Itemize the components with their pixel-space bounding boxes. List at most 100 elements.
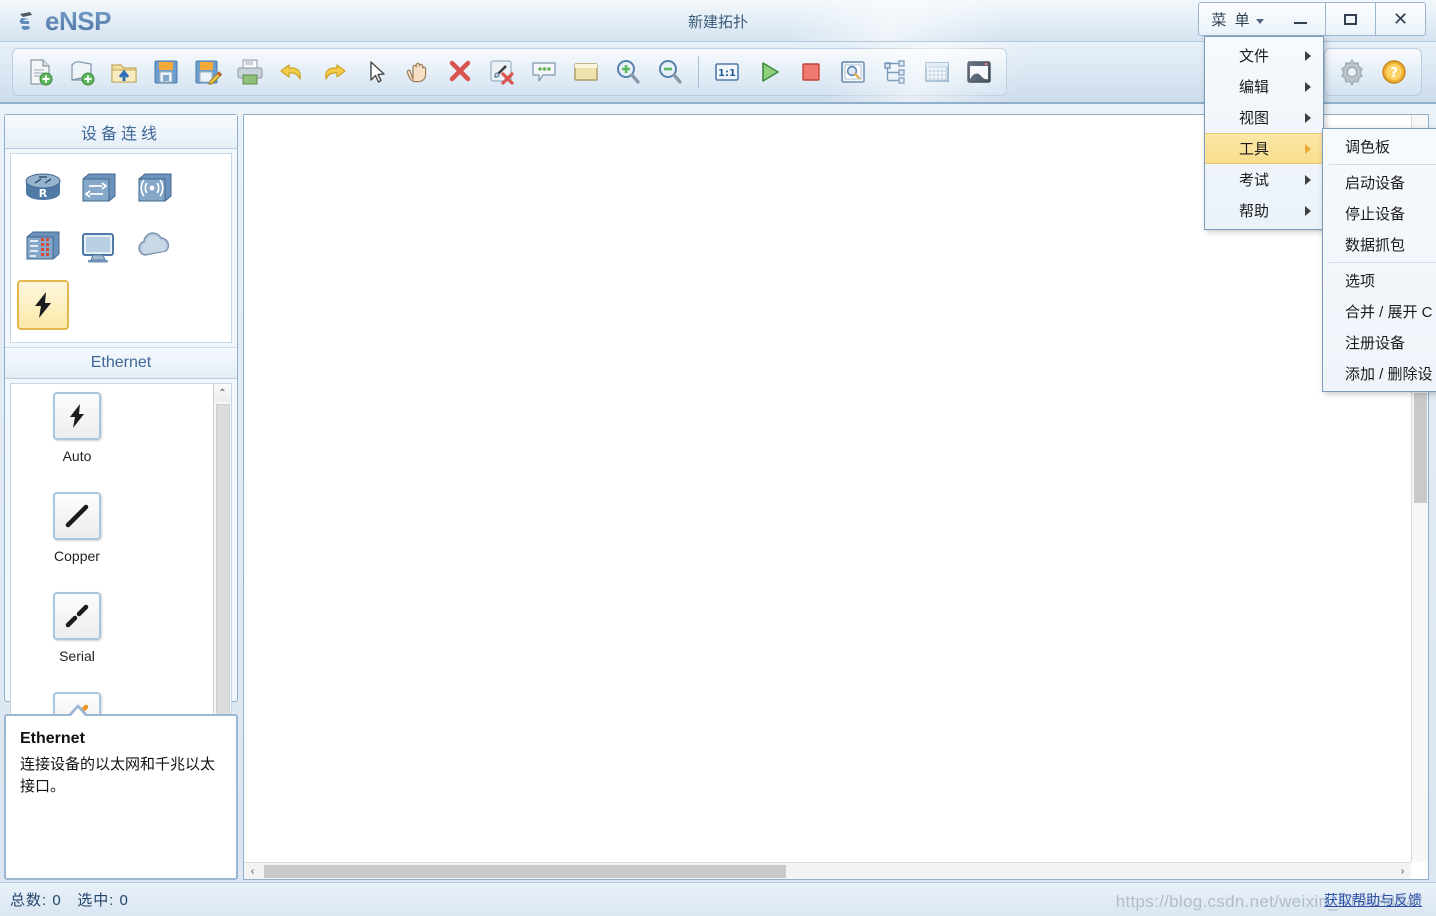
submenu-item-palette[interactable]: 调色板 (1323, 131, 1436, 162)
maximize-button[interactable] (1326, 2, 1376, 36)
chevron-down-icon (1255, 18, 1264, 24)
delete-icon[interactable] (439, 52, 481, 92)
cable-label: Copper (54, 548, 100, 564)
menu-item-label: 文件 (1239, 48, 1270, 65)
open-folder-icon[interactable] (103, 52, 145, 92)
cable-list-scrollbar[interactable]: ⌃ ⌄ (213, 384, 231, 770)
auto-cable-icon (53, 392, 101, 440)
menu-button-label: 菜 单 (1211, 11, 1252, 29)
select-cursor-icon[interactable] (355, 52, 397, 92)
device-grid: R (10, 153, 232, 343)
save-as-icon[interactable] (187, 52, 229, 92)
toolbar-left-group: 1:1 (12, 48, 1007, 96)
menu-item-label: 工具 (1239, 141, 1270, 158)
description-body: 连接设备的以太网和千兆以太接口。 (20, 756, 216, 795)
device-firewall[interactable] (15, 218, 71, 276)
pan-hand-icon[interactable] (397, 52, 439, 92)
help-feedback-link[interactable]: 获取帮助与反馈 (1324, 890, 1422, 910)
cable-label: Serial (59, 648, 95, 664)
note-icon[interactable] (565, 52, 607, 92)
scroll-up-icon[interactable]: ⌃ (213, 384, 231, 402)
submenu-item-add-remove-device[interactable]: 添加 / 删除设 (1323, 358, 1436, 389)
device-connection[interactable] (17, 280, 69, 330)
undo-icon[interactable] (271, 52, 313, 92)
description-tooltip: Ethernet 连接设备的以太网和千兆以太接口。 (4, 704, 238, 880)
scrollbar-thumb[interactable] (216, 404, 230, 734)
cable-label: Auto (62, 448, 92, 464)
packet-capture-icon[interactable] (832, 52, 874, 92)
grid-icon[interactable] (916, 52, 958, 92)
device-panel-header: 设备连线 (5, 115, 237, 149)
screenshot-icon[interactable] (958, 52, 1000, 92)
device-switch[interactable] (71, 160, 127, 218)
menu-item-edit[interactable]: 编辑 (1205, 71, 1323, 102)
canvas-horizontal-scrollbar[interactable]: ‹ › (244, 862, 1411, 879)
menu-item-label: 帮助 (1239, 203, 1270, 220)
chevron-right-icon (1305, 50, 1311, 61)
total-label: 总数: (10, 892, 48, 909)
print-icon[interactable] (229, 52, 271, 92)
canvas-vscroll-thumb[interactable] (1414, 393, 1427, 503)
submenu-item-options[interactable]: 选项 (1323, 265, 1436, 296)
comment-icon[interactable] (523, 52, 565, 92)
save-icon[interactable] (145, 52, 187, 92)
chevron-right-icon (1305, 81, 1311, 92)
menu-item-file[interactable]: 文件 (1205, 40, 1323, 71)
delete-link-icon[interactable] (481, 52, 523, 92)
main-menu-popup: 文件 编辑 视图 工具 考试 帮助 (1204, 36, 1324, 230)
toolbar-separator (698, 56, 699, 88)
zoom-out-icon[interactable] (649, 52, 691, 92)
submenu-item-packet-capture[interactable]: 数据抓包 (1323, 229, 1436, 260)
menu-item-tools[interactable]: 工具 (1205, 133, 1323, 164)
svg-text:?: ? (1390, 66, 1398, 81)
submenu-item-stop-device[interactable]: 停止设备 (1323, 198, 1436, 229)
canvas-scroll-left-icon[interactable]: ‹ (244, 863, 261, 880)
toolbar-right-group: ? (1324, 48, 1422, 96)
topology-tree-icon[interactable] (874, 52, 916, 92)
submenu-divider (1329, 262, 1436, 263)
actual-size-icon[interactable]: 1:1 (706, 52, 748, 92)
window-controls: ✕ (1276, 2, 1426, 36)
zoom-in-icon[interactable] (607, 52, 649, 92)
close-icon: ✕ (1392, 9, 1409, 29)
status-bar: 总数: 0 选中: 0 https://blog.csdn.net/weixin… (0, 882, 1436, 916)
device-router[interactable]: R (15, 160, 71, 218)
start-device-icon[interactable] (748, 52, 790, 92)
svg-text:R: R (39, 187, 48, 200)
minimize-icon (1294, 22, 1307, 24)
close-button[interactable]: ✕ (1376, 2, 1426, 36)
tools-submenu-popup: 调色板 启动设备 停止设备 数据抓包 选项 合并 / 展开 C 注册设备 添加 … (1322, 128, 1436, 392)
copper-cable-icon (53, 492, 101, 540)
device-wlan-ap[interactable] (127, 160, 183, 218)
chevron-right-icon (1305, 112, 1311, 123)
device-terminal-pc[interactable] (71, 218, 127, 276)
menu-item-exam[interactable]: 考试 (1205, 164, 1323, 195)
new-file-icon[interactable] (19, 52, 61, 92)
chevron-right-icon (1305, 174, 1311, 185)
device-cloud[interactable] (127, 218, 183, 276)
serial-cable-icon (53, 592, 101, 640)
svg-text:1:1: 1:1 (718, 68, 736, 79)
canvas-scroll-right-icon[interactable]: › (1394, 863, 1411, 880)
new-topology-icon[interactable] (61, 52, 103, 92)
selected-value: 0 (119, 892, 129, 909)
submenu-item-register-device[interactable]: 注册设备 (1323, 327, 1436, 358)
cable-copper[interactable]: Copper (25, 492, 129, 592)
stop-device-icon[interactable] (790, 52, 832, 92)
gear-icon[interactable] (1331, 52, 1373, 92)
redo-icon[interactable] (313, 52, 355, 92)
cable-auto[interactable]: Auto (25, 392, 129, 492)
minimize-button[interactable] (1276, 2, 1326, 36)
menu-item-help[interactable]: 帮助 (1205, 195, 1323, 226)
menu-button[interactable]: 菜 单 (1198, 2, 1276, 36)
cable-serial[interactable]: Serial (25, 592, 129, 692)
cable-category-header: Ethernet (5, 347, 237, 379)
canvas-hscroll-thumb[interactable] (264, 865, 786, 878)
help-icon[interactable]: ? (1373, 52, 1415, 92)
submenu-item-merge-expand[interactable]: 合并 / 展开 C (1323, 296, 1436, 327)
menu-item-view[interactable]: 视图 (1205, 102, 1323, 133)
description-title: Ethernet (20, 730, 85, 747)
menu-item-label: 编辑 (1239, 79, 1270, 96)
submenu-divider (1329, 164, 1436, 165)
submenu-item-start-device[interactable]: 启动设备 (1323, 167, 1436, 198)
